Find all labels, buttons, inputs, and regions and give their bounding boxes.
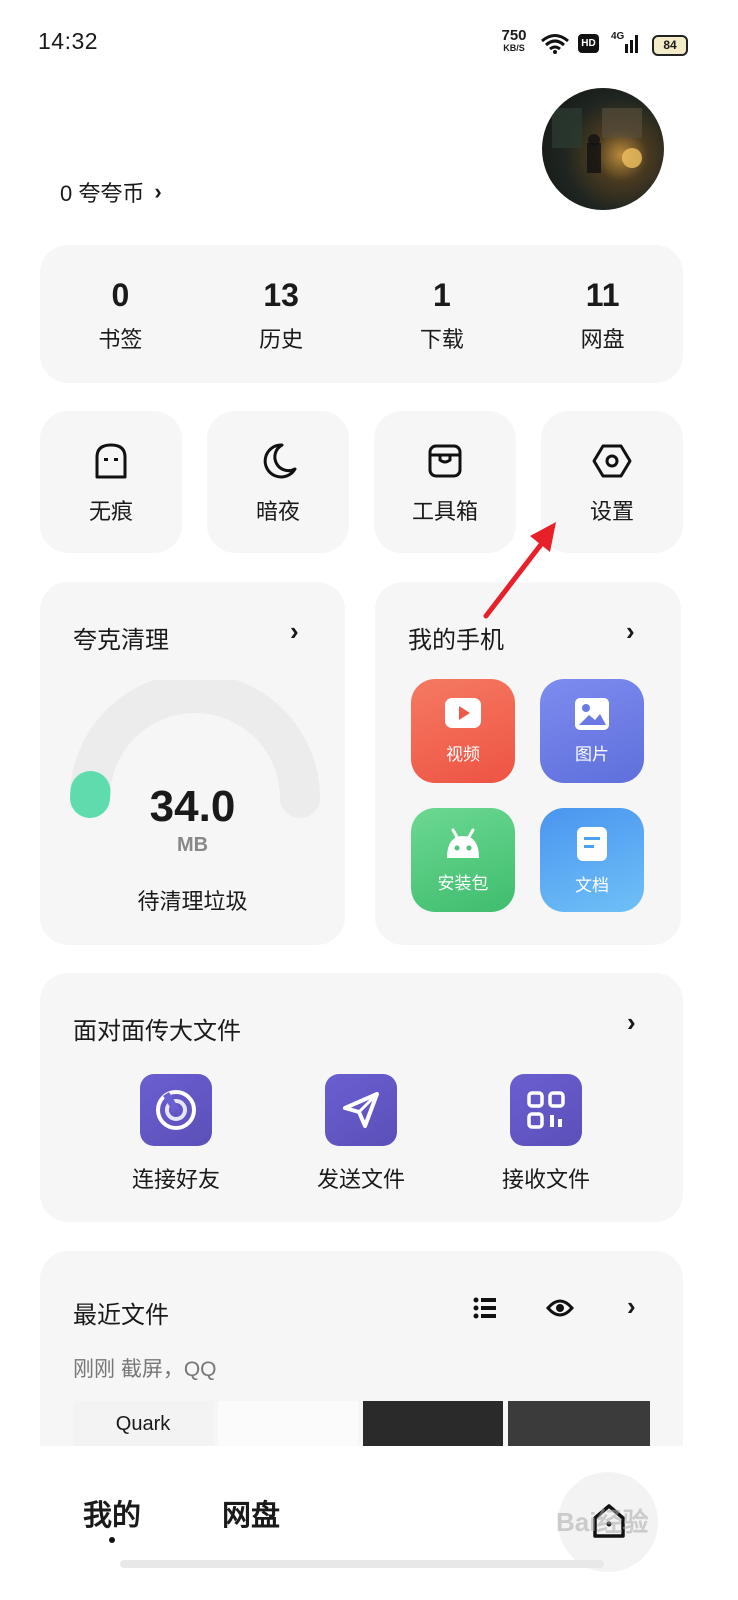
status-time: 14:32	[38, 28, 99, 54]
hd-badge: HD	[578, 34, 599, 53]
app-label: 文档	[575, 876, 609, 895]
send-file-button[interactable]: 发送文件	[271, 1074, 451, 1194]
chevron-right-icon[interactable]: ›	[627, 1007, 636, 1038]
tile-label: 暗夜	[255, 499, 300, 524]
stat-value: 13	[263, 277, 299, 313]
my-phone-card: 我的手机 › 视频 图片 安装包 文档	[375, 582, 681, 945]
clean-title: 夸克清理	[73, 627, 169, 654]
video-icon	[445, 698, 481, 728]
toolbox-icon	[428, 444, 462, 478]
coins-link[interactable]: 0 夸夸币 ›	[60, 176, 162, 208]
moon-icon	[263, 443, 297, 479]
stat-label: 历史	[259, 327, 304, 352]
action-label: 连接好友	[131, 1167, 220, 1192]
app-label: 视频	[446, 745, 480, 764]
app-label: 安装包	[437, 874, 489, 893]
watermark-text: Bai经验	[556, 1507, 649, 1537]
face-to-face-transfer-card: 面对面传大文件 › 连接好友 发送文件 接收文件	[40, 973, 683, 1222]
action-label: 接收文件	[501, 1167, 590, 1192]
app-images[interactable]: 图片	[540, 679, 644, 783]
send-icon	[343, 1092, 379, 1128]
tab-cloud[interactable]: 网盘	[222, 1492, 280, 1534]
tile-label: 无痕	[88, 499, 133, 524]
stat-cloud[interactable]: 11 网盘	[522, 245, 683, 383]
hexagon-settings-icon	[592, 444, 632, 478]
receive-file-button[interactable]: 接收文件	[456, 1074, 636, 1194]
eye-icon[interactable]	[546, 1295, 574, 1321]
document-icon	[577, 827, 607, 861]
stats-card: 0 书签 13 历史 1 下载 11 网盘	[40, 245, 683, 383]
qr-icon	[527, 1091, 565, 1129]
stat-history[interactable]: 13 历史	[201, 245, 362, 383]
app-video[interactable]: 视频	[411, 679, 515, 783]
incognito-icon	[95, 443, 127, 479]
list-view-icon[interactable]	[472, 1295, 498, 1321]
android-icon	[447, 828, 479, 858]
app-label: 图片	[575, 745, 609, 764]
clean-subtitle: 待清理垃圾	[137, 889, 248, 914]
stat-value: 11	[585, 277, 620, 313]
stat-value: 0	[111, 277, 130, 313]
avatar-photo	[552, 108, 642, 173]
stat-value: 1	[432, 277, 451, 313]
chevron-right-icon: ›	[154, 179, 162, 204]
battery-indicator: 84	[652, 35, 688, 56]
avatar[interactable]	[542, 88, 664, 210]
stat-label: 书签	[98, 327, 143, 352]
radar-icon	[156, 1090, 196, 1130]
connect-friend-button[interactable]: 连接好友	[86, 1074, 266, 1194]
stat-label: 网盘	[580, 327, 625, 352]
red-arrow-annotation	[483, 522, 556, 619]
action-label: 发送文件	[316, 1167, 405, 1192]
transfer-title: 面对面传大文件	[73, 1018, 241, 1045]
thumb-brand: Quark	[115, 1413, 171, 1435]
net-speed: 750 KB/S	[497, 27, 531, 54]
stat-label: 下载	[419, 327, 464, 352]
coins-label: 0 夸夸币	[60, 181, 145, 206]
clean-value: 34.0	[149, 782, 236, 831]
wifi-icon	[541, 34, 569, 54]
chevron-right-icon[interactable]: ›	[627, 1291, 636, 1322]
clean-card[interactable]: 夸克清理 › 34.0 MB 待清理垃圾	[40, 582, 345, 945]
stat-downloads[interactable]: 1 下载	[362, 245, 523, 383]
signal-icon	[625, 35, 638, 53]
image-icon	[575, 698, 609, 730]
stat-bookmarks[interactable]: 0 书签	[40, 245, 201, 383]
app-documents[interactable]: 文档	[540, 808, 644, 912]
gesture-bar[interactable]	[120, 1560, 604, 1568]
net-speed-value: 750	[501, 27, 527, 44]
recent-title: 最近文件	[73, 1302, 169, 1329]
recent-meta: 刚刚 截屏，QQ	[73, 1358, 217, 1381]
tile-dark-mode[interactable]: 暗夜	[207, 411, 349, 553]
tab-mine[interactable]: 我的	[83, 1492, 141, 1534]
active-tab-indicator	[109, 1537, 115, 1543]
clean-unit: MB	[176, 834, 209, 856]
tile-incognito[interactable]: 无痕	[40, 411, 182, 553]
chevron-right-icon[interactable]: ›	[626, 616, 635, 647]
chevron-right-icon[interactable]: ›	[290, 616, 299, 647]
app-installers[interactable]: 安装包	[411, 808, 515, 912]
